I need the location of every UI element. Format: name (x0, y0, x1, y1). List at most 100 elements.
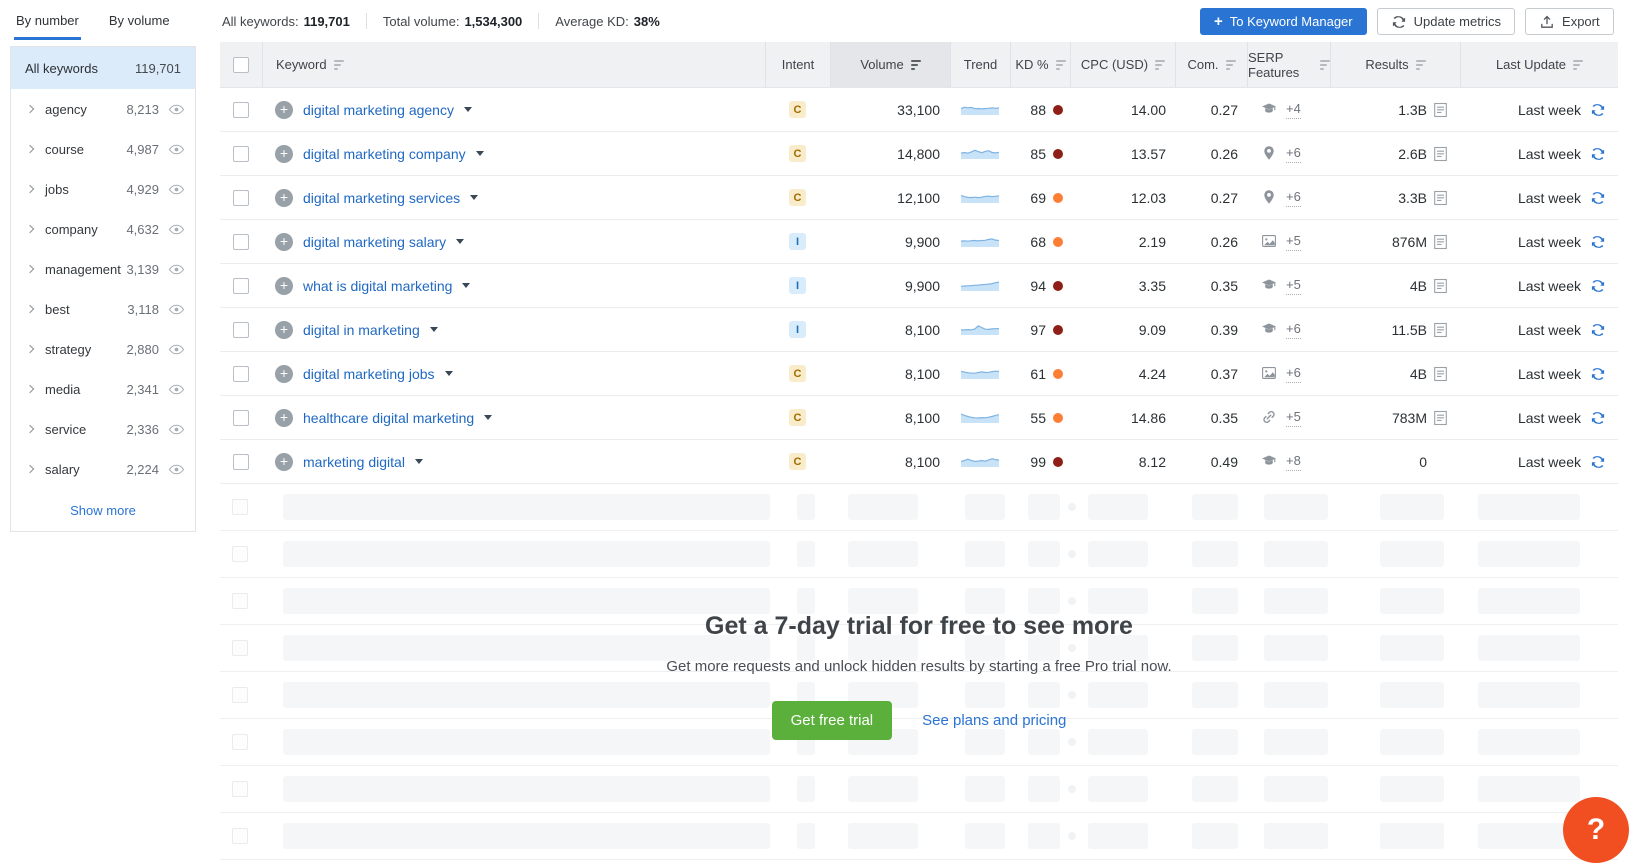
add-keyword-button[interactable]: + (275, 365, 293, 383)
keyword-caret-down-icon[interactable] (470, 195, 478, 200)
column-header-com[interactable]: Com. (1175, 42, 1247, 87)
help-button[interactable]: ? (1563, 797, 1629, 863)
add-keyword-button[interactable]: + (275, 277, 293, 295)
eye-icon[interactable] (168, 264, 185, 275)
eye-icon[interactable] (168, 224, 185, 235)
update-metrics-button[interactable]: Update metrics (1377, 8, 1515, 35)
eye-icon[interactable] (168, 304, 185, 315)
row-checkbox[interactable] (233, 234, 249, 250)
sidebar-group-salary[interactable]: salary2,224 (11, 449, 195, 489)
eye-icon[interactable] (168, 464, 185, 475)
column-header-kd[interactable]: KD % (1010, 42, 1070, 87)
add-keyword-button[interactable]: + (275, 189, 293, 207)
serp-features-more-link[interactable]: +8 (1286, 452, 1301, 471)
sidebar-group-service[interactable]: service2,336 (11, 409, 195, 449)
add-keyword-button[interactable]: + (275, 233, 293, 251)
eye-icon[interactable] (168, 384, 185, 395)
eye-icon[interactable] (168, 104, 185, 115)
column-header-volume[interactable]: Volume (830, 42, 950, 87)
keyword-link[interactable]: digital marketing salary (303, 234, 446, 250)
keyword-caret-down-icon[interactable] (445, 371, 453, 376)
refresh-keyword-icon[interactable] (1590, 278, 1606, 294)
row-checkbox[interactable] (233, 146, 249, 162)
add-keyword-button[interactable]: + (275, 409, 293, 427)
refresh-keyword-icon[interactable] (1590, 102, 1606, 118)
serp-snapshot-icon[interactable] (1433, 102, 1448, 118)
refresh-keyword-icon[interactable] (1590, 146, 1606, 162)
sidebar-group-company[interactable]: company4,632 (11, 209, 195, 249)
serp-snapshot-icon[interactable] (1433, 146, 1448, 162)
refresh-keyword-icon[interactable] (1590, 410, 1606, 426)
add-keyword-button[interactable]: + (275, 145, 293, 163)
keyword-caret-down-icon[interactable] (476, 151, 484, 156)
refresh-keyword-icon[interactable] (1590, 190, 1606, 206)
serp-snapshot-icon[interactable] (1433, 278, 1448, 294)
keyword-link[interactable]: digital marketing services (303, 190, 460, 206)
sidebar-group-management[interactable]: management3,139 (11, 249, 195, 289)
keyword-link[interactable]: digital in marketing (303, 322, 420, 338)
row-checkbox[interactable] (233, 278, 249, 294)
serp-snapshot-icon[interactable] (1433, 234, 1448, 250)
refresh-keyword-icon[interactable] (1590, 366, 1606, 382)
sidebar-item-all-keywords[interactable]: All keywords 119,701 (11, 47, 195, 89)
keyword-link[interactable]: digital marketing agency (303, 102, 454, 118)
column-header-serp-features[interactable]: SERP Features (1247, 42, 1330, 87)
keyword-caret-down-icon[interactable] (484, 415, 492, 420)
column-header-cpc-usd[interactable]: CPC (USD) (1070, 42, 1175, 87)
keyword-caret-down-icon[interactable] (464, 107, 472, 112)
keyword-caret-down-icon[interactable] (456, 239, 464, 244)
row-checkbox[interactable] (233, 366, 249, 382)
keyword-caret-down-icon[interactable] (415, 459, 423, 464)
row-checkbox[interactable] (233, 410, 249, 426)
export-button[interactable]: Export (1525, 8, 1614, 35)
keyword-link[interactable]: marketing digital (303, 454, 405, 470)
sidebar-group-agency[interactable]: agency8,213 (11, 89, 195, 129)
keyword-caret-down-icon[interactable] (462, 283, 470, 288)
see-plans-link[interactable]: See plans and pricing (922, 712, 1066, 729)
column-header-last-update[interactable]: Last Update (1460, 42, 1618, 87)
tab-by-volume[interactable]: By volume (107, 0, 172, 40)
add-keyword-button[interactable]: + (275, 453, 293, 471)
row-checkbox[interactable] (233, 102, 249, 118)
sidebar-group-strategy[interactable]: strategy2,880 (11, 329, 195, 369)
eye-icon[interactable] (168, 424, 185, 435)
serp-features-more-link[interactable]: +6 (1286, 320, 1301, 339)
sidebar-group-best[interactable]: best3,118 (11, 289, 195, 329)
column-header-keyword[interactable]: Keyword (262, 42, 765, 87)
serp-snapshot-icon[interactable] (1433, 190, 1448, 206)
refresh-keyword-icon[interactable] (1590, 454, 1606, 470)
refresh-keyword-icon[interactable] (1590, 322, 1606, 338)
serp-features-more-link[interactable]: +5 (1286, 276, 1301, 295)
show-more-link[interactable]: Show more (11, 489, 195, 531)
serp-features-more-link[interactable]: +6 (1286, 364, 1301, 383)
sidebar-group-media[interactable]: media2,341 (11, 369, 195, 409)
sidebar-group-course[interactable]: course4,987 (11, 129, 195, 169)
serp-snapshot-icon[interactable] (1433, 410, 1448, 426)
column-header-results[interactable]: Results (1330, 42, 1460, 87)
keyword-caret-down-icon[interactable] (430, 327, 438, 332)
keyword-link[interactable]: what is digital marketing (303, 278, 452, 294)
row-checkbox[interactable] (233, 454, 249, 470)
serp-features-more-link[interactable]: +6 (1286, 188, 1301, 207)
serp-features-more-link[interactable]: +5 (1286, 408, 1301, 427)
get-free-trial-button[interactable]: Get free trial (772, 701, 893, 740)
serp-snapshot-icon[interactable] (1433, 322, 1448, 338)
row-checkbox[interactable] (233, 322, 249, 338)
add-keyword-button[interactable]: + (275, 101, 293, 119)
select-all-checkbox[interactable] (233, 57, 249, 73)
eye-icon[interactable] (168, 144, 185, 155)
add-keyword-button[interactable]: + (275, 321, 293, 339)
serp-snapshot-icon[interactable] (1433, 366, 1448, 382)
serp-features-more-link[interactable]: +4 (1286, 100, 1301, 119)
eye-icon[interactable] (168, 184, 185, 195)
refresh-keyword-icon[interactable] (1590, 234, 1606, 250)
keyword-link[interactable]: digital marketing jobs (303, 366, 435, 382)
serp-features-more-link[interactable]: +5 (1286, 232, 1301, 251)
eye-icon[interactable] (168, 344, 185, 355)
row-checkbox[interactable] (233, 190, 249, 206)
serp-features-more-link[interactable]: +6 (1286, 144, 1301, 163)
tab-by-number[interactable]: By number (14, 0, 81, 40)
keyword-link[interactable]: healthcare digital marketing (303, 410, 474, 426)
sidebar-group-jobs[interactable]: jobs4,929 (11, 169, 195, 209)
keyword-link[interactable]: digital marketing company (303, 146, 466, 162)
